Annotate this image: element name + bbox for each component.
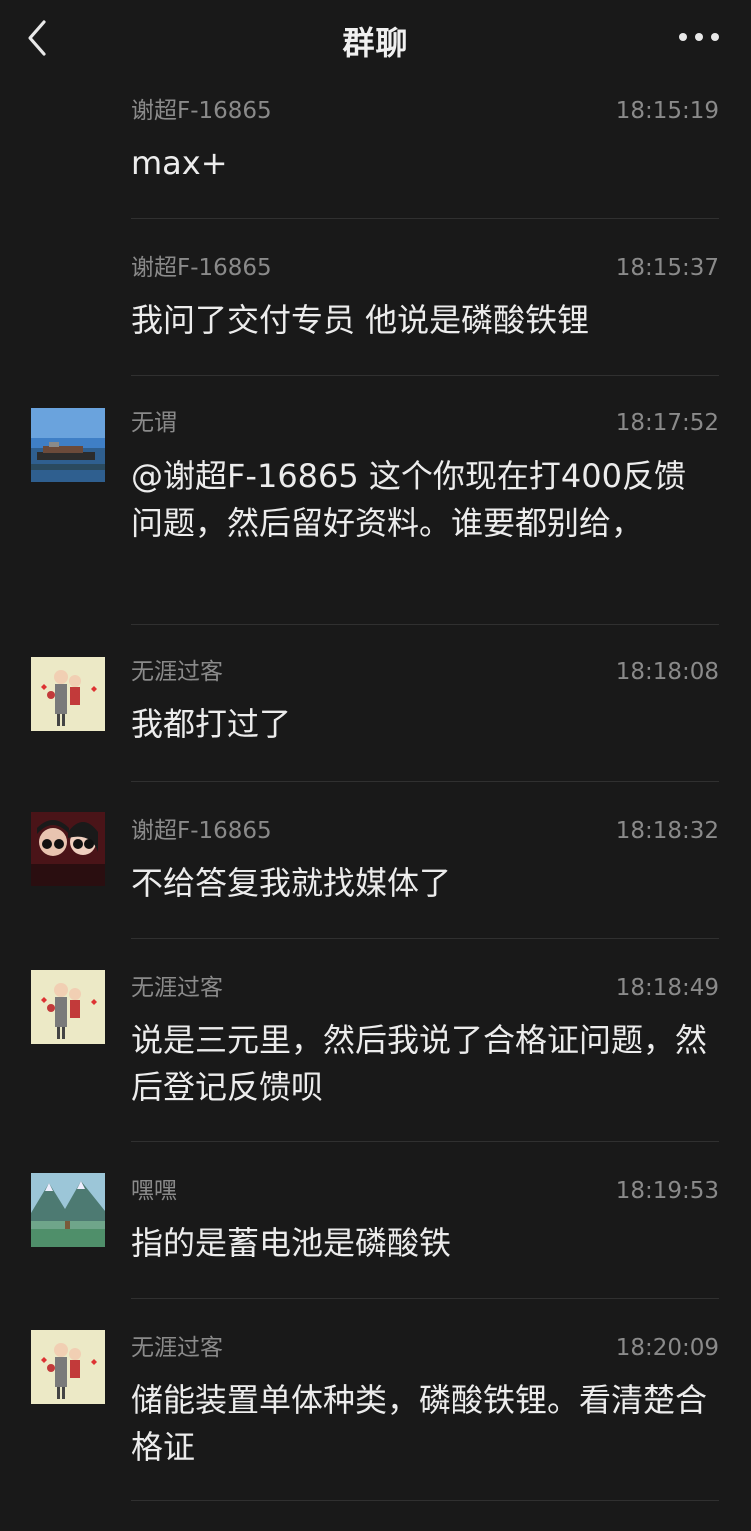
avatar[interactable] — [31, 812, 105, 886]
message-divider — [131, 375, 719, 376]
message-divider — [131, 1500, 719, 1501]
message-time: 18:18:08 — [615, 659, 719, 685]
message-text: @谢超F-16865 这个你现在打400反馈问题，然后留好资料。谁要都别给， — [131, 457, 687, 542]
avatar[interactable] — [31, 1330, 105, 1404]
sender-name[interactable]: 无谓 — [131, 408, 177, 438]
sender-name[interactable]: 无涯过客 — [131, 1333, 223, 1363]
top-bar: 群聊 — [0, 0, 751, 78]
more-options-button[interactable] — [669, 22, 729, 52]
message-text: 储能装置单体种类，磷酸铁锂。看清楚合格证 — [131, 1381, 708, 1466]
message-text: 指的是蓄电池是磷酸铁 — [131, 1224, 452, 1262]
more-dots-icon — [669, 22, 729, 52]
sender-name[interactable]: 嘿嘿 — [131, 1176, 177, 1206]
message-divider — [131, 1298, 719, 1299]
message-time: 18:18:49 — [615, 975, 719, 1001]
avatar[interactable] — [31, 408, 105, 482]
message-divider — [131, 781, 719, 782]
message-time: 18:18:32 — [615, 818, 719, 844]
message-time: 18:17:52 — [615, 410, 719, 436]
message-text: 不给答复我就找媒体了 — [131, 864, 452, 902]
sender-name[interactable]: 谢超F-16865 — [131, 96, 272, 126]
message-divider — [131, 938, 719, 939]
message-time: 18:15:37 — [615, 255, 719, 281]
page-title: 群聊 — [342, 24, 409, 62]
message-time: 18:15:19 — [615, 98, 719, 124]
message-text: 我问了交付专员 他说是磷酸铁锂 — [131, 301, 590, 339]
sender-name[interactable]: 无涯过客 — [131, 973, 223, 1003]
sender-name[interactable]: 谢超F-16865 — [131, 816, 272, 846]
message-divider — [131, 624, 719, 625]
message-divider — [131, 218, 719, 219]
message-time: 18:19:53 — [615, 1178, 719, 1204]
sender-name[interactable]: 无涯过客 — [131, 657, 223, 687]
avatar[interactable] — [31, 970, 105, 1044]
message-text: 说是三元里，然后我说了合格证问题，然后登记反馈呗 — [131, 1021, 708, 1106]
avatar[interactable] — [31, 1173, 105, 1247]
sender-name[interactable]: 谢超F-16865 — [131, 253, 272, 283]
message-divider — [131, 1141, 719, 1142]
avatar[interactable] — [31, 657, 105, 731]
message-time: 18:20:09 — [615, 1335, 719, 1361]
message-text: max+ — [131, 144, 228, 182]
message-text: 我都打过了 — [131, 705, 292, 743]
